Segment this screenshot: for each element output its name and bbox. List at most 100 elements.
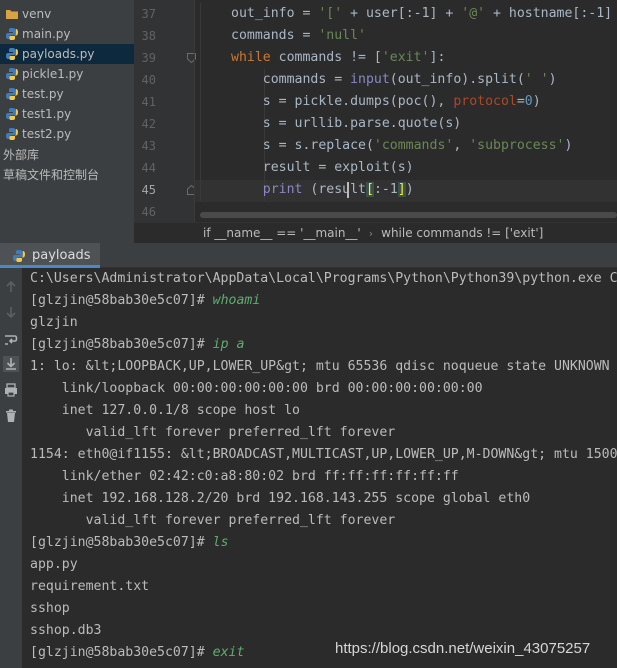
run-tool-window-header: payloads [0, 243, 617, 268]
python-file-icon [6, 88, 18, 100]
horizontal-scrollbar[interactable] [200, 212, 617, 218]
console-line: glzjin [30, 312, 78, 334]
code-line[interactable]: out_info = '[' + user[:-1] + '@' + hostn… [231, 3, 612, 25]
code-token: input [350, 72, 390, 87]
console-output-text: requirement.txt [30, 579, 150, 594]
code-token: 'subprocess' [469, 138, 565, 153]
console-output-text: sshop [30, 601, 70, 616]
code-token: out_info = [231, 6, 319, 21]
console-user-input: whoami [212, 293, 261, 308]
line-number: 37 [141, 7, 156, 21]
code-token: ) [532, 94, 541, 109]
python-file-icon [6, 48, 18, 60]
tree-item-label: 草稿文件和控制台 [3, 167, 100, 182]
tree-item-payloads-py[interactable]: payloads.py [0, 44, 134, 64]
console-line: 1154: eth0@if1155: &lt;BROADCAST,MULTICA… [30, 444, 617, 466]
code-token: [ [366, 182, 374, 197]
project-tree: venv main.py payloads.py pickle1.py test.py t… [0, 0, 134, 243]
tree-item-label: venv [22, 7, 52, 21]
code-token: ) [548, 72, 557, 87]
tree-item-pickle1-py[interactable]: pickle1.py [0, 64, 134, 84]
run-console[interactable]: C:\Users\Administrator\AppData\Local\Pro… [22, 268, 617, 668]
console-user-input: exit [212, 645, 245, 660]
code-token: 'commands' [373, 138, 454, 153]
console-line: valid_lft forever preferred_lft forever [30, 510, 396, 532]
code-line[interactable]: commands = input(out_info).split(' ') [231, 69, 557, 91]
code-token: '@' [461, 6, 486, 21]
console-line: link/ether 02:42:c0:a8:80:02 brd ff:ff:f… [30, 466, 459, 488]
folder-icon [6, 10, 18, 19]
line-number: 41 [141, 95, 156, 109]
console-prompt-line: [glzjin@58bab30e5c07]# whoami [30, 290, 260, 312]
console-prompt-line: [glzjin@58bab30e5c07]# ip a [30, 334, 244, 356]
watermark-text: https://blog.csdn.net/weixin_43075257 [335, 640, 591, 657]
tree-item-test1-py[interactable]: test1.py [0, 104, 134, 124]
line-number: 40 [141, 73, 156, 87]
console-line: valid_lft forever preferred_lft forever [30, 422, 396, 444]
code-line[interactable]: print (result[:-1]) [231, 179, 414, 201]
code-token: s = s.replace( [231, 138, 374, 153]
line-number: 43 [141, 139, 156, 153]
code-line[interactable]: commands = 'null' [231, 25, 366, 47]
tree-item-label: test1.py [22, 107, 72, 121]
print-icon[interactable] [3, 382, 19, 398]
line-number: 46 [141, 205, 156, 219]
tree-item-test2-py[interactable]: test2.py [0, 124, 134, 144]
code-editor[interactable]: 37 38 39 40 41 42 43 44 45 46 out_info = '[' + us… [134, 0, 617, 222]
breadcrumb: if __name__ == '__main__' › while comman… [134, 222, 617, 243]
tree-item-node-7[interactable]: 外部库 [0, 144, 134, 164]
breadcrumb-item-while-loop[interactable]: while commands != ['exit'] [381, 226, 543, 240]
breadcrumb-item-main-guard[interactable]: if __name__ == '__main__' [203, 226, 361, 240]
code-token: result = exploit(s) [231, 160, 414, 175]
text-caret [347, 182, 349, 198]
code-token: commands != [ [270, 50, 382, 65]
code-token: protocol [453, 94, 517, 109]
console-prompt: [glzjin@58bab30e5c07]# [30, 535, 213, 550]
indent-guide [200, 3, 201, 201]
soft-wrap-icon[interactable] [3, 332, 19, 348]
console-user-input: ls [212, 535, 229, 550]
tree-item-label: 外部库 [3, 147, 40, 162]
console-output-text: inet 127.0.0.1/8 scope host lo [30, 403, 300, 418]
code-token: ' ' [524, 72, 549, 87]
console-line: sshop [30, 598, 70, 620]
code-token: (result [302, 182, 366, 197]
console-output-text: link/ether 02:42:c0:a8:80:02 brd ff:ff:f… [30, 469, 459, 484]
console-line: link/loopback 00:00:00:00:00:00 brd 00:0… [30, 378, 483, 400]
python-file-icon [6, 28, 18, 40]
code-line[interactable]: result = exploit(s) [231, 157, 414, 179]
run-tab-payloads[interactable]: payloads [0, 243, 100, 268]
console-prompt-line: [glzjin@58bab30e5c07]# exit [30, 642, 244, 664]
code-token: (out_info).split( [389, 72, 525, 87]
tree-item-test-py[interactable]: test.py [0, 84, 134, 104]
arrow-down-icon[interactable] [3, 304, 19, 320]
code-token: 'null' [318, 28, 366, 43]
console-line: sshop.db3 [30, 620, 101, 642]
tree-item-venv[interactable]: venv [0, 4, 134, 24]
scroll-to-end-icon[interactable] [3, 356, 19, 372]
tree-item-main-py[interactable]: main.py [0, 24, 134, 44]
tree-item-label: test.py [22, 87, 64, 101]
console-prompt: [glzjin@58bab30e5c07]# [30, 645, 213, 660]
python-file-icon [6, 68, 18, 80]
breadcrumb-separator-icon: › [368, 226, 374, 240]
code-token: ]: [429, 50, 446, 65]
trash-icon[interactable] [3, 408, 19, 424]
code-line[interactable]: s = s.replace('commands', 'subprocess') [231, 135, 573, 157]
tree-item-label: test2.py [22, 127, 72, 141]
console-output-text: app.py [30, 557, 78, 572]
console-output-text: C:\Users\Administrator\AppData\Local\Pro… [30, 271, 617, 286]
console-output-text: inet 192.168.128.2/20 brd 192.168.143.25… [30, 491, 531, 506]
code-token: = [516, 94, 525, 109]
arrow-up-icon[interactable] [3, 279, 19, 295]
line-number: 44 [141, 161, 156, 175]
code-line[interactable]: s = urllib.parse.quote(s) [231, 113, 462, 135]
code-line[interactable]: s = pickle.dumps(poc(), protocol=0) [231, 91, 541, 113]
tree-item-label: main.py [22, 27, 71, 41]
code-token: while [231, 50, 271, 65]
tree-item-node-8[interactable]: 草稿文件和控制台 [0, 164, 134, 184]
line-number: 42 [141, 117, 156, 131]
code-line[interactable]: while commands != ['exit']: [231, 47, 445, 69]
tree-item-label: pickle1.py [22, 67, 84, 81]
run-tab-label: payloads [32, 248, 91, 263]
